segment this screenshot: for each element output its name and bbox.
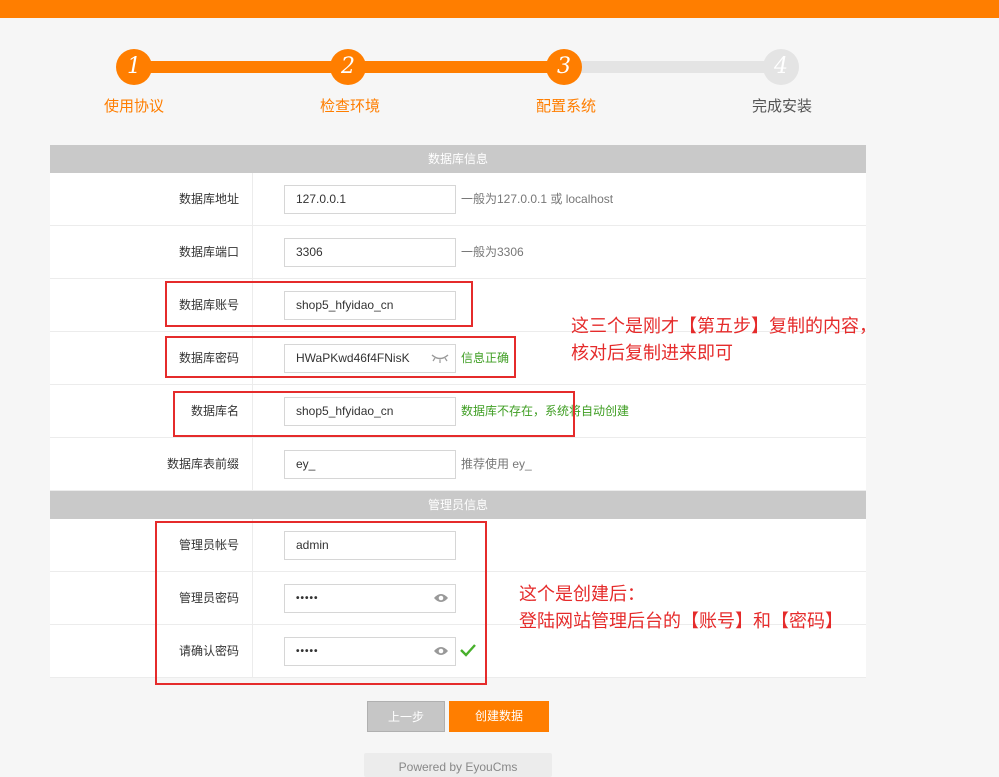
db-host-label: 数据库地址 <box>50 173 253 225</box>
progress-line-todo <box>564 61 782 73</box>
db-note-line1: 这三个是刚才【第五步】复制的内容， <box>571 316 877 337</box>
annotation-box-db-user <box>165 281 473 327</box>
db-prefix-label: 数据库表前缀 <box>50 438 253 490</box>
db-port-input[interactable]: 3306 <box>284 238 456 267</box>
db-section-title: 数据库信息 <box>50 145 866 173</box>
db-host-input[interactable]: 127.0.0.1 <box>284 185 456 214</box>
create-data-button[interactable]: 创建数据 <box>449 701 549 732</box>
db-host-row: 数据库地址 127.0.0.1 一般为127.0.0.1 或 localhost <box>50 173 866 226</box>
db-host-hint: 一般为127.0.0.1 或 localhost <box>461 192 614 206</box>
annotation-box-db-password <box>165 336 516 378</box>
annotation-box-admin <box>155 521 487 685</box>
db-note-line2: 核对后复制进来即可 <box>571 343 733 364</box>
step-1-circle: 1 <box>116 49 152 85</box>
powered-by-footer: Powered by EyouCms <box>364 753 552 777</box>
step-4-label: 完成安装 <box>751 97 812 115</box>
db-prefix-input[interactable]: ey_ <box>284 450 456 479</box>
step-3-label: 配置系统 <box>535 97 596 115</box>
admin-note-line1: 这个是创建后： <box>519 584 645 605</box>
step-4-circle: 4 <box>763 49 799 85</box>
step-3-circle: 3 <box>546 49 582 85</box>
step-1-label: 使用协议 <box>103 97 164 115</box>
step-2-label: 检查环境 <box>319 97 380 115</box>
admin-section-title: 管理员信息 <box>50 491 866 519</box>
db-prefix-row: 数据库表前缀 ey_ 推荐使用 ey_ <box>50 438 866 491</box>
admin-note-line2: 登陆网站管理后台的【账号】和【密码】 <box>519 611 843 632</box>
db-port-row: 数据库端口 3306 一般为3306 <box>50 226 866 279</box>
db-port-label: 数据库端口 <box>50 226 253 278</box>
step-2-circle: 2 <box>330 49 366 85</box>
prev-step-button[interactable]: 上一步 <box>367 701 445 732</box>
annotation-box-db-name <box>173 391 575 437</box>
db-prefix-hint: 推荐使用 ey_ <box>461 457 532 471</box>
db-port-hint: 一般为3306 <box>461 245 524 259</box>
top-accent-bar <box>0 0 999 18</box>
